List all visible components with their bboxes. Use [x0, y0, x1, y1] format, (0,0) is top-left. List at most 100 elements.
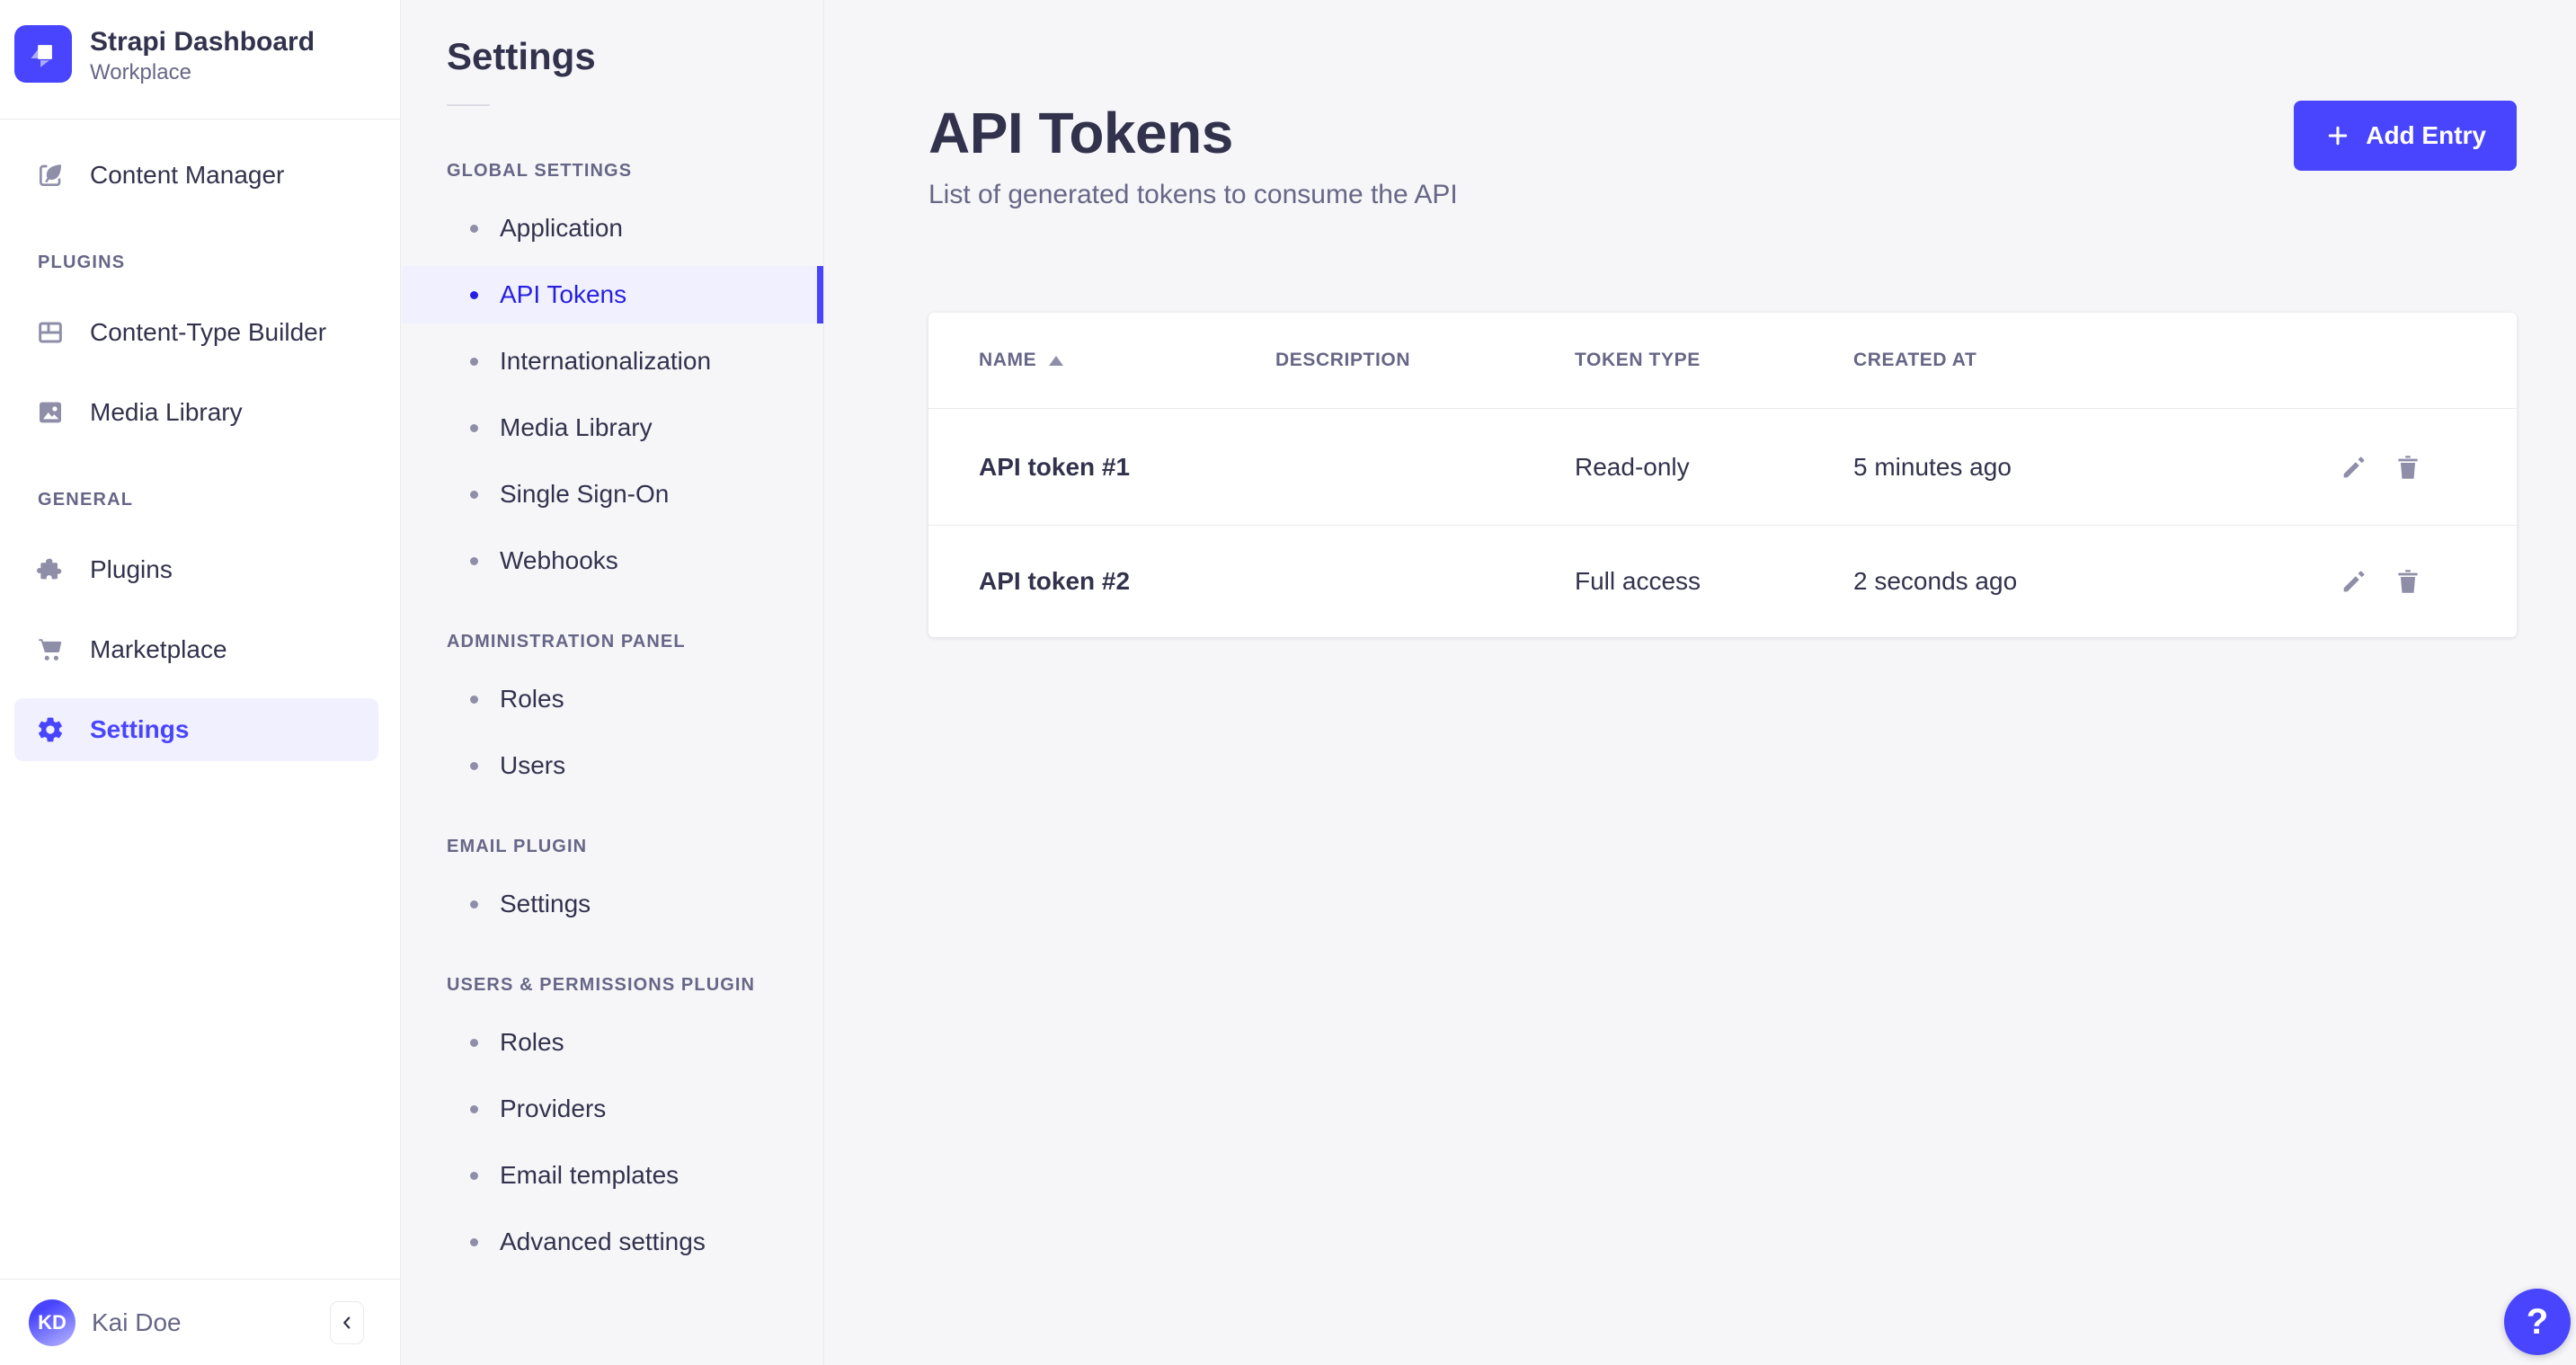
token-created-at: 2 seconds ago [1853, 567, 2339, 596]
bullet-icon [470, 1172, 478, 1180]
bullet-icon [470, 696, 478, 704]
bullet-icon [470, 358, 478, 366]
table-row[interactable]: API token #1 Read-only 5 minutes ago [928, 409, 2517, 526]
gear-icon [36, 715, 65, 744]
subnav-item-label: Users [500, 751, 565, 780]
row-actions [2339, 566, 2423, 597]
collapse-sidebar-button[interactable] [330, 1301, 364, 1344]
row-actions [2339, 452, 2423, 483]
subnav-item-internationalization[interactable]: Internationalization [402, 332, 823, 390]
page-header: API Tokens List of generated tokens to c… [928, 101, 2517, 212]
delete-button[interactable] [2393, 452, 2423, 483]
sidebar-item-label: Media Library [90, 398, 243, 427]
bullet-icon [470, 291, 478, 299]
delete-button[interactable] [2393, 566, 2423, 597]
subnav-item-up-roles[interactable]: Roles [402, 1014, 823, 1071]
subnav-divider [447, 104, 490, 106]
subnav-item-admin-roles[interactable]: Roles [402, 670, 823, 728]
sidebar-item-label: Marketplace [90, 635, 227, 664]
token-type: Read-only [1575, 453, 1853, 482]
sidebar-item-label: Settings [90, 715, 189, 744]
subnav-item-label: Internationalization [500, 347, 711, 376]
content-type-builder-icon [36, 318, 65, 347]
add-entry-label: Add Entry [2366, 121, 2486, 150]
pencil-icon [2339, 566, 2369, 597]
main-content: API Tokens List of generated tokens to c… [824, 0, 2576, 1365]
question-mark-icon: ? [2527, 1302, 2548, 1343]
subnav-section-email-plugin: EMAIL PLUGIN Settings [402, 835, 823, 933]
avatar[interactable]: KD [29, 1299, 76, 1346]
subnav-section-header: ADMINISTRATION PANEL [402, 630, 823, 653]
bullet-icon [470, 491, 478, 499]
api-tokens-table: NAME DESCRIPTION TOKEN TYPE CREATED AT A… [928, 313, 2517, 637]
sidebar-item-content-type-builder[interactable]: Content-Type Builder [14, 301, 378, 364]
subnav-item-api-tokens[interactable]: API Tokens [402, 266, 823, 324]
column-header-token-type[interactable]: TOKEN TYPE [1575, 350, 1853, 371]
bullet-icon [470, 557, 478, 565]
sidebar-item-label: Content Manager [90, 161, 284, 190]
column-header-description[interactable]: DESCRIPTION [1275, 350, 1575, 371]
subnav-item-admin-users[interactable]: Users [402, 737, 823, 794]
bullet-icon [470, 1105, 478, 1113]
token-name: API token #1 [979, 453, 1275, 482]
plus-icon [2324, 122, 2351, 149]
chevron-left-icon [337, 1313, 357, 1333]
sidebar-section-general: GENERAL [0, 488, 400, 511]
subnav-section-header: EMAIL PLUGIN [402, 835, 823, 858]
subnav-item-label: Settings [500, 890, 591, 918]
subnav-item-label: API Tokens [500, 280, 626, 309]
edit-button[interactable] [2339, 452, 2369, 483]
token-name: API token #2 [979, 567, 1275, 596]
workspace-subtitle: Workplace [90, 59, 315, 86]
sidebar-item-plugins[interactable]: Plugins [14, 538, 378, 601]
column-header-name[interactable]: NAME [979, 350, 1275, 371]
subnav-item-up-email-templates[interactable]: Email templates [402, 1147, 823, 1204]
subnav-item-label: Advanced settings [500, 1228, 706, 1256]
column-header-created-at[interactable]: CREATED AT [1853, 350, 2423, 371]
bullet-icon [470, 762, 478, 770]
workspace-text: Strapi Dashboard Workplace [90, 25, 315, 86]
main-nav-list: Content Manager PLUGINS Content-Type Bui… [0, 120, 400, 761]
sidebar-item-content-manager[interactable]: Content Manager [14, 144, 378, 207]
app-screen: Strapi Dashboard Workplace Content Manag… [0, 0, 2576, 1365]
subnav-item-label: Providers [500, 1095, 606, 1123]
add-entry-button[interactable]: Add Entry [2294, 101, 2517, 171]
sidebar-item-settings[interactable]: Settings [14, 698, 378, 761]
strapi-logo [14, 25, 72, 83]
sidebar-item-marketplace[interactable]: Marketplace [14, 618, 378, 681]
subnav-title: Settings [447, 32, 823, 81]
table-row[interactable]: API token #2 Full access 2 seconds ago [928, 526, 2517, 637]
subnav-section-header: GLOBAL SETTINGS [402, 159, 823, 182]
subnav-section-users-permissions-plugin: USERS & PERMISSIONS PLUGIN Roles Provide… [402, 973, 823, 1271]
subnav-item-webhooks[interactable]: Webhooks [402, 532, 823, 589]
main-sidebar: Strapi Dashboard Workplace Content Manag… [0, 0, 401, 1365]
token-type: Full access [1575, 567, 1853, 596]
subnav-item-media-library[interactable]: Media Library [402, 399, 823, 456]
page-subtitle: List of generated tokens to consume the … [928, 178, 1458, 212]
bullet-icon [470, 1238, 478, 1246]
bullet-icon [470, 225, 478, 233]
help-button[interactable]: ? [2504, 1289, 2571, 1355]
table-header-row: NAME DESCRIPTION TOKEN TYPE CREATED AT [928, 313, 2517, 409]
subnav-section-header: USERS & PERMISSIONS PLUGIN [402, 973, 823, 997]
subnav-item-email-settings[interactable]: Settings [402, 875, 823, 933]
content-manager-icon [36, 161, 65, 190]
subnav-item-label: Email templates [500, 1161, 679, 1190]
subnav-item-application[interactable]: Application [402, 199, 823, 257]
token-created-at: 5 minutes ago [1853, 453, 2339, 482]
edit-button[interactable] [2339, 566, 2369, 597]
workspace-title: Strapi Dashboard [90, 25, 315, 59]
sidebar-item-label: Content-Type Builder [90, 318, 326, 347]
subnav-item-label: Roles [500, 1028, 564, 1057]
sidebar-section-plugins: PLUGINS [0, 251, 400, 274]
subnav-item-up-advanced-settings[interactable]: Advanced settings [402, 1213, 823, 1271]
subnav-sections: GLOBAL SETTINGS Application API Tokens I… [402, 159, 823, 1271]
subnav-section-global-settings: GLOBAL SETTINGS Application API Tokens I… [402, 159, 823, 589]
subnav-item-up-providers[interactable]: Providers [402, 1080, 823, 1138]
subnav-item-label: Webhooks [500, 546, 618, 575]
user-name: Kai Doe [92, 1308, 182, 1337]
workspace-header[interactable]: Strapi Dashboard Workplace [0, 0, 400, 120]
sidebar-item-media-library[interactable]: Media Library [14, 381, 378, 444]
subnav-item-label: Roles [500, 685, 564, 714]
subnav-item-single-sign-on[interactable]: Single Sign-On [402, 465, 823, 523]
